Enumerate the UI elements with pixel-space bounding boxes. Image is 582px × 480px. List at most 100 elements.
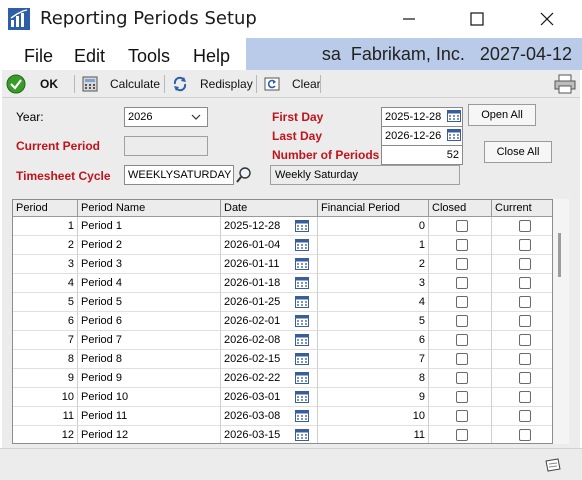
current-checkbox[interactable] (519, 258, 531, 270)
cell-financial-period[interactable]: 6 (318, 331, 429, 350)
cell-financial-period[interactable]: 4 (318, 293, 429, 312)
menu-file[interactable]: File (24, 46, 53, 67)
grid-scrollbar[interactable] (553, 199, 569, 444)
table-row[interactable]: 6 Period 6 2026-02-01 5 (13, 312, 552, 331)
closed-checkbox[interactable] (456, 353, 468, 365)
header-date[interactable]: Date (221, 200, 318, 217)
date-calendar-icon[interactable] (295, 410, 309, 422)
cell-period-name[interactable]: Period 6 (78, 312, 221, 331)
table-row[interactable]: 10 Period 10 2026-03-01 9 (13, 388, 552, 407)
date-calendar-icon[interactable] (295, 391, 309, 403)
cell-date[interactable]: 2026-02-15 (221, 350, 318, 369)
cell-period[interactable]: 10 (13, 388, 78, 407)
closed-checkbox[interactable] (456, 315, 468, 327)
cell-period[interactable]: 8 (13, 350, 78, 369)
date-calendar-icon[interactable] (295, 429, 309, 441)
table-row[interactable]: 12 Period 12 2026-03-15 11 (13, 426, 552, 443)
cell-date[interactable]: 2026-02-22 (221, 369, 318, 388)
closed-checkbox[interactable] (456, 391, 468, 403)
header-financial-period[interactable]: Financial Period (318, 200, 429, 217)
calculate-button[interactable]: Calculate (82, 74, 160, 94)
cell-period-name[interactable]: Period 3 (78, 255, 221, 274)
table-row[interactable]: 11 Period 11 2026-03-08 10 (13, 407, 552, 426)
current-checkbox[interactable] (519, 353, 531, 365)
cell-period-name[interactable]: Period 7 (78, 331, 221, 350)
open-all-button[interactable]: Open All (468, 104, 536, 126)
table-row[interactable]: 4 Period 4 2026-01-18 3 (13, 274, 552, 293)
header-period[interactable]: Period (13, 200, 78, 217)
cell-financial-period[interactable]: 8 (318, 369, 429, 388)
date-calendar-icon[interactable] (295, 353, 309, 365)
menu-edit[interactable]: Edit (74, 46, 105, 67)
close-all-button[interactable]: Close All (484, 141, 552, 163)
cell-financial-period[interactable]: 0 (318, 217, 429, 236)
current-checkbox[interactable] (519, 334, 531, 346)
cell-period[interactable]: 1 (13, 217, 78, 236)
closed-checkbox[interactable] (456, 429, 468, 441)
cell-date[interactable]: 2026-02-08 (221, 331, 318, 350)
cell-date[interactable]: 2026-01-18 (221, 274, 318, 293)
cell-financial-period[interactable]: 1 (318, 236, 429, 255)
cell-period[interactable]: 4 (13, 274, 78, 293)
cell-financial-period[interactable]: 7 (318, 350, 429, 369)
cell-period[interactable]: 9 (13, 369, 78, 388)
scrollbar-thumb[interactable] (558, 233, 561, 277)
closed-checkbox[interactable] (456, 258, 468, 270)
cell-date[interactable]: 2025-12-28 (221, 217, 318, 236)
menu-help[interactable]: Help (193, 46, 230, 67)
table-row[interactable]: 8 Period 8 2026-02-15 7 (13, 350, 552, 369)
last-day-calendar-icon[interactable] (447, 129, 461, 141)
cell-date[interactable]: 2026-03-08 (221, 407, 318, 426)
closed-checkbox[interactable] (456, 277, 468, 289)
redisplay-button[interactable]: Redisplay (172, 74, 253, 94)
cell-date[interactable]: 2026-01-25 (221, 293, 318, 312)
cell-period-name[interactable]: Period 1 (78, 217, 221, 236)
close-button[interactable] (524, 0, 570, 38)
current-checkbox[interactable] (519, 372, 531, 384)
current-checkbox[interactable] (519, 277, 531, 289)
cell-period[interactable]: 3 (13, 255, 78, 274)
date-calendar-icon[interactable] (295, 372, 309, 384)
current-checkbox[interactable] (519, 429, 531, 441)
first-day-calendar-icon[interactable] (447, 110, 461, 122)
header-current[interactable]: Current (492, 200, 552, 217)
current-checkbox[interactable] (519, 296, 531, 308)
cell-date[interactable]: 2026-03-15 (221, 426, 318, 443)
current-checkbox[interactable] (519, 239, 531, 251)
current-checkbox[interactable] (519, 315, 531, 327)
maximize-button[interactable] (454, 0, 500, 38)
menu-tools[interactable]: Tools (128, 46, 170, 67)
table-row[interactable]: 9 Period 9 2026-02-22 8 (13, 369, 552, 388)
cell-financial-period[interactable]: 5 (318, 312, 429, 331)
date-calendar-icon[interactable] (295, 315, 309, 327)
ok-button[interactable]: OK (6, 74, 58, 94)
cell-financial-period[interactable]: 3 (318, 274, 429, 293)
table-row[interactable]: 3 Period 3 2026-01-11 2 (13, 255, 552, 274)
header-closed[interactable]: Closed (429, 200, 492, 217)
cell-date[interactable]: 2026-01-04 (221, 236, 318, 255)
date-calendar-icon[interactable] (295, 239, 309, 251)
cell-period[interactable]: 2 (13, 236, 78, 255)
lookup-button[interactable] (235, 165, 253, 185)
cell-financial-period[interactable]: 2 (318, 255, 429, 274)
cell-date[interactable]: 2026-02-01 (221, 312, 318, 331)
cell-period[interactable]: 6 (13, 312, 78, 331)
date-calendar-icon[interactable] (295, 277, 309, 289)
cell-financial-period[interactable]: 11 (318, 426, 429, 443)
year-select[interactable]: 2026 (124, 107, 208, 127)
table-row[interactable]: 7 Period 7 2026-02-08 6 (13, 331, 552, 350)
table-row[interactable]: 2 Period 2 2026-01-04 1 (13, 236, 552, 255)
current-checkbox[interactable] (519, 410, 531, 422)
header-period-name[interactable]: Period Name (78, 200, 221, 217)
note-icon[interactable] (543, 457, 563, 473)
date-calendar-icon[interactable] (295, 258, 309, 270)
cell-period-name[interactable]: Period 8 (78, 350, 221, 369)
date-calendar-icon[interactable] (295, 296, 309, 308)
cell-period-name[interactable]: Period 12 (78, 426, 221, 443)
cell-date[interactable]: 2026-01-11 (221, 255, 318, 274)
timesheet-cycle-input[interactable]: WEEKLYSATURDAY (124, 165, 234, 185)
number-of-periods-input[interactable]: 52 (381, 145, 463, 165)
cell-period[interactable]: 12 (13, 426, 78, 443)
cell-period[interactable]: 11 (13, 407, 78, 426)
clear-button[interactable]: Clear (264, 74, 321, 94)
